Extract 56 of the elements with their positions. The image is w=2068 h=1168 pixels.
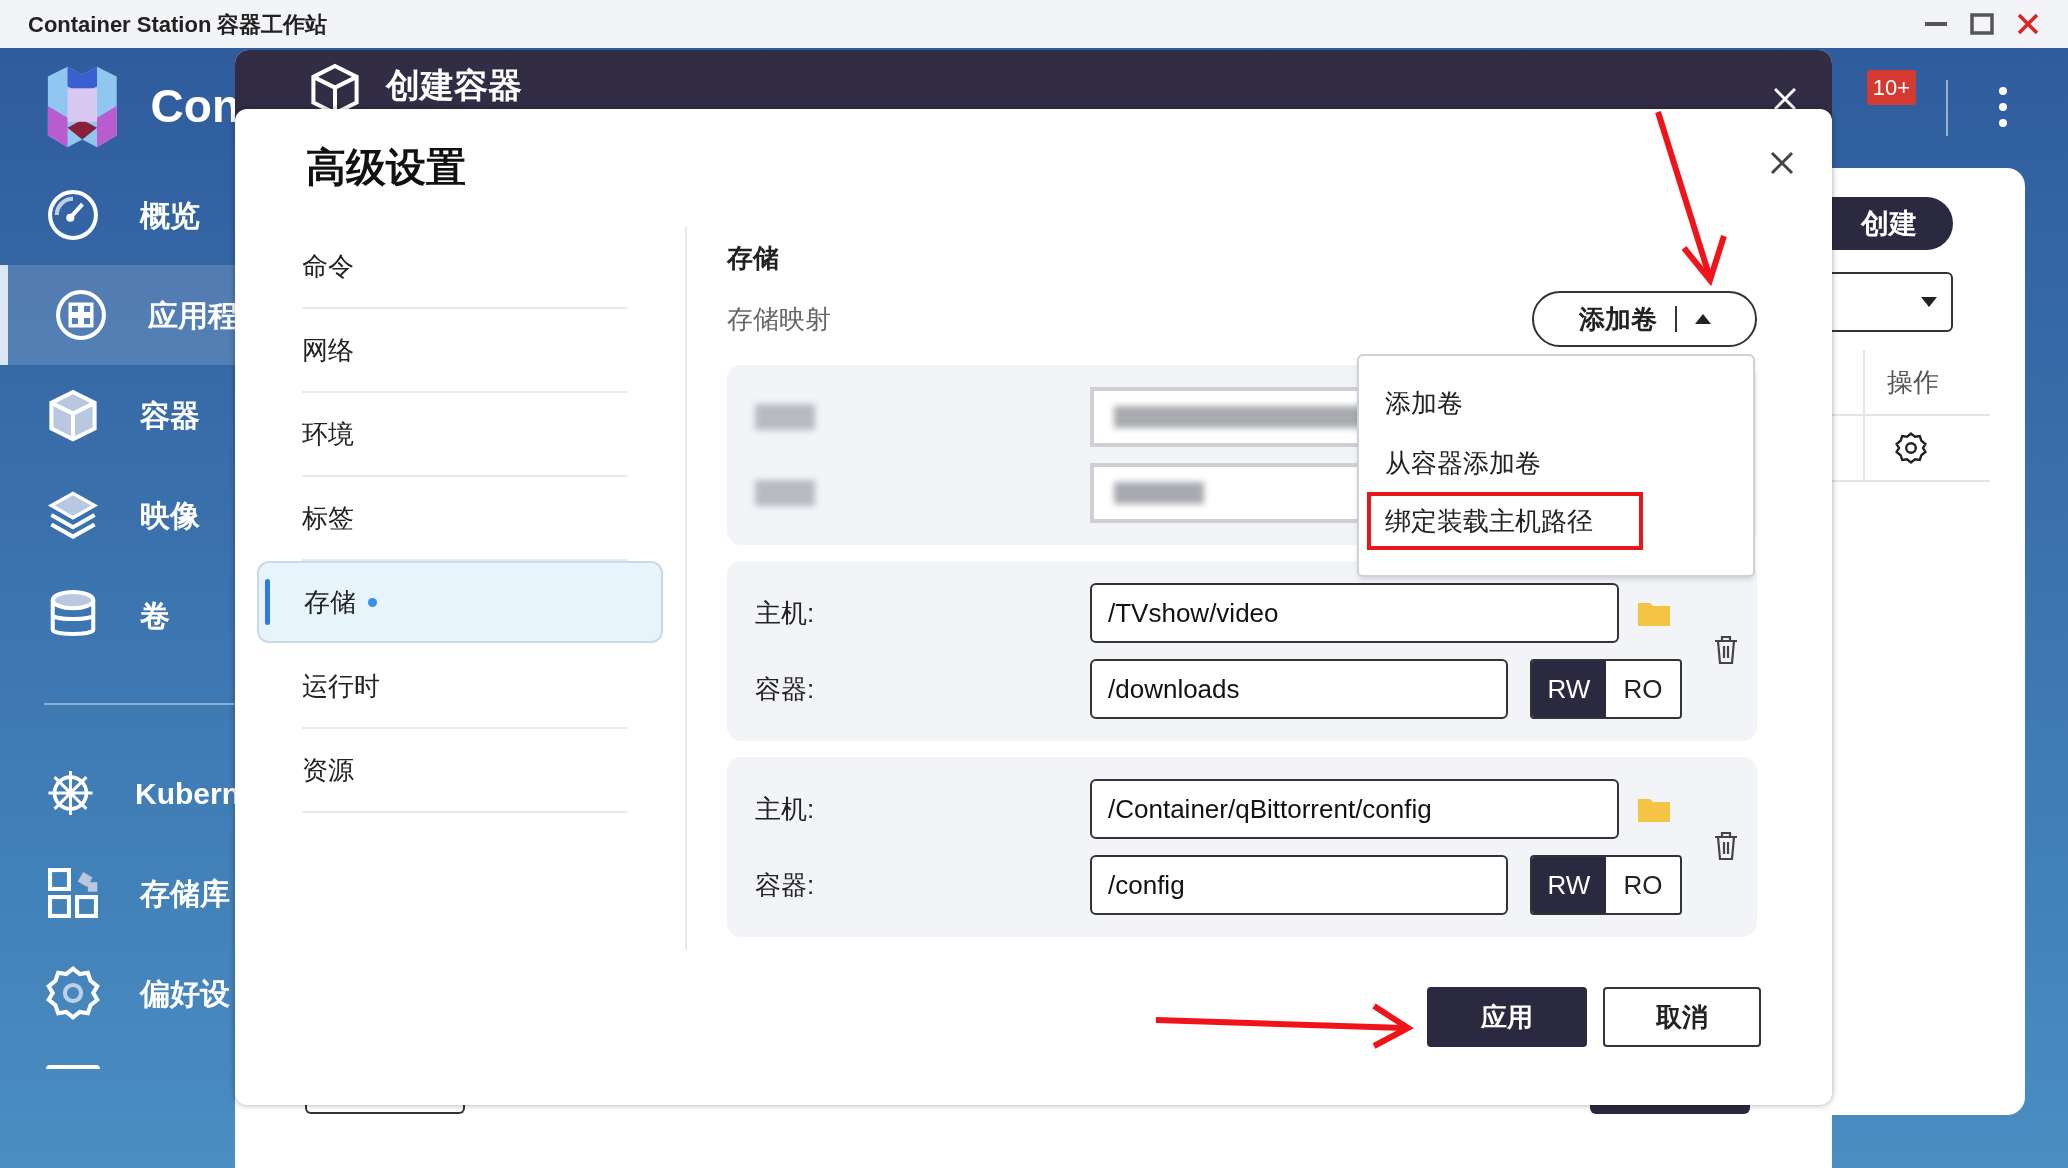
- sidebar-item[interactable]: 卷: [0, 565, 240, 665]
- menu-item[interactable]: 从容器添加卷: [1367, 434, 1643, 492]
- access-mode-button[interactable]: RW: [1532, 857, 1606, 913]
- settings-icon[interactable]: [1895, 432, 1927, 464]
- sidebar-item[interactable]: 容器: [0, 365, 240, 465]
- field-label: 主机:: [755, 596, 816, 630]
- window-title: Container Station 容器工作站: [28, 10, 328, 39]
- menu-item[interactable]: 绑定装载主机路径: [1367, 492, 1643, 550]
- access-mode-button[interactable]: RO: [1606, 857, 1680, 913]
- sidebar-item[interactable]: 偏好设: [0, 943, 240, 1043]
- host-path-field[interactable]: /TVshow/video: [1090, 583, 1619, 643]
- section-title: 存储: [727, 242, 780, 275]
- more-icon[interactable]: [1998, 86, 2008, 128]
- cancel-button[interactable]: 取消: [1603, 987, 1761, 1047]
- partial-icon: [46, 1065, 100, 1069]
- trash-icon[interactable]: [1713, 831, 1739, 861]
- field-label: 容器:: [755, 868, 816, 902]
- caret-down-icon: [1921, 297, 1937, 307]
- access-mode-button[interactable]: RW: [1532, 661, 1606, 717]
- grid-icon: [54, 288, 108, 342]
- sidebar-item[interactable]: 存储库: [0, 843, 240, 943]
- blurred-label: [755, 480, 815, 506]
- settings-tab[interactable]: 运行时: [257, 645, 663, 727]
- container-path-field[interactable]: /config: [1090, 855, 1508, 915]
- sidebar-item[interactable]: 映像: [0, 465, 240, 565]
- field-label: 主机:: [755, 792, 816, 826]
- maximize-icon[interactable]: [1970, 12, 1994, 36]
- cube-icon: [46, 388, 100, 442]
- blurred-label: [755, 404, 815, 430]
- column-header: 操作: [1863, 350, 1990, 414]
- settings-tab[interactable]: 标签: [257, 477, 663, 559]
- gauge-icon: [46, 188, 100, 242]
- add-volume-button[interactable]: 添加卷: [1532, 291, 1757, 347]
- gear-icon: [46, 966, 100, 1020]
- settings-tab[interactable]: 命令: [257, 225, 663, 307]
- settings-tab[interactable]: 资源: [257, 729, 663, 811]
- sidebar-item[interactable]: Kubern: [0, 743, 240, 843]
- settings-tab[interactable]: 存储: [257, 561, 663, 643]
- trash-icon[interactable]: [1713, 635, 1739, 665]
- close-icon[interactable]: [1770, 151, 1794, 175]
- access-mode-button[interactable]: RO: [1606, 661, 1680, 717]
- host-path-field[interactable]: /Container/qBittorrent/config: [1090, 779, 1619, 839]
- caret-up-icon: [1694, 314, 1711, 324]
- notification-badge: 10+: [1866, 70, 1916, 105]
- blocks-icon: [46, 866, 100, 920]
- settings-tab[interactable]: 网络: [257, 309, 663, 391]
- apply-button[interactable]: 应用: [1427, 987, 1587, 1047]
- settings-tab[interactable]: 环境: [257, 393, 663, 475]
- dialog-title: 创建容器: [386, 66, 522, 104]
- section-subtitle: 存储映射: [727, 302, 831, 336]
- field-label: 容器:: [755, 672, 816, 706]
- container-path-field[interactable]: /downloads: [1090, 659, 1508, 719]
- menu-item[interactable]: 添加卷: [1367, 374, 1643, 432]
- sidebar-item[interactable]: 概览: [0, 165, 240, 265]
- dialog-title: 高级设置: [306, 144, 466, 191]
- app-name: Con: [150, 79, 240, 134]
